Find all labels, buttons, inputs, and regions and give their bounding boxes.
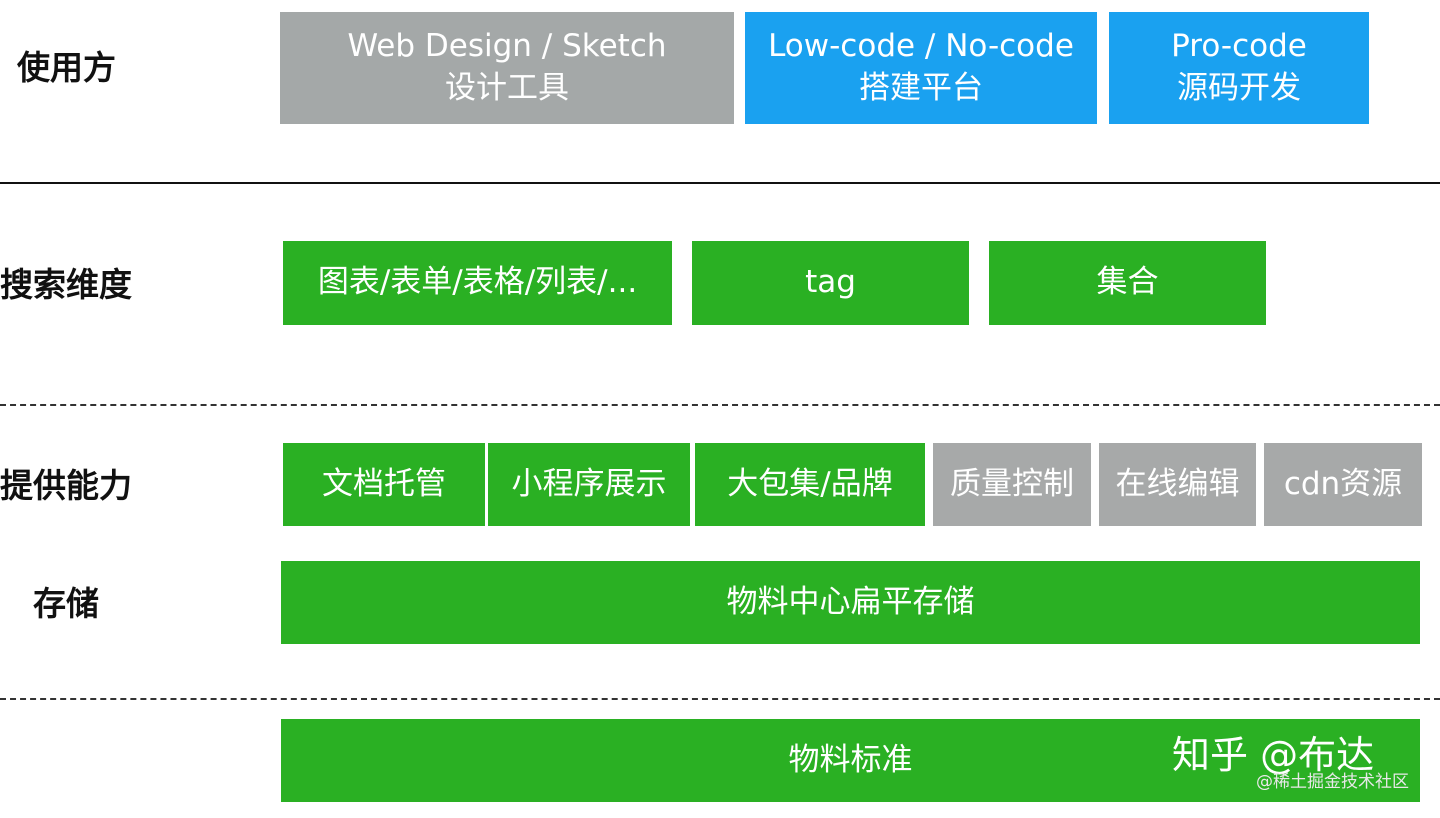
divider-dashed-1	[0, 404, 1440, 406]
row-label-storage: 存储	[33, 584, 99, 623]
box-procode-line2: 源码开发	[1177, 70, 1301, 106]
box-procode: Pro-code 源码开发	[1109, 12, 1369, 124]
box-quality-control: 质量控制	[933, 443, 1091, 526]
box-lowcode-platform-line2: 搭建平台	[859, 70, 983, 106]
architecture-diagram: 使用方 Web Design / Sketch 设计工具 Low-code / …	[0, 0, 1440, 818]
box-search-categories: 图表/表单/表格/列表/...	[283, 241, 672, 325]
box-search-tag: tag	[692, 241, 969, 325]
box-lowcode-platform-line1: Low-code / No-code	[768, 28, 1074, 65]
row-label-users: 使用方	[17, 48, 116, 87]
box-flat-storage: 物料中心扁平存储	[281, 561, 1420, 644]
box-miniprogram: 小程序展示	[488, 443, 690, 526]
box-procode-line1: Pro-code	[1171, 28, 1307, 65]
box-search-collection: 集合	[989, 241, 1266, 325]
watermark-zhihu: 知乎 @布达	[1172, 733, 1375, 777]
box-design-tools: Web Design / Sketch 设计工具	[280, 12, 734, 124]
box-online-edit: 在线编辑	[1099, 443, 1256, 526]
box-design-tools-line1: Web Design / Sketch	[347, 28, 667, 65]
divider-dashed-2	[0, 698, 1440, 700]
divider-solid	[0, 182, 1440, 184]
box-design-tools-line2: 设计工具	[445, 70, 569, 106]
box-bundle-brand: 大包集/品牌	[695, 443, 925, 526]
box-doc-hosting: 文档托管	[283, 443, 485, 526]
box-cdn-resources: cdn资源	[1264, 443, 1422, 526]
row-label-capability: 提供能力	[0, 466, 132, 505]
watermark-juejin: @稀土掘金技术社区	[1256, 772, 1409, 792]
box-lowcode-platform: Low-code / No-code 搭建平台	[745, 12, 1097, 124]
row-label-search: 搜索维度	[0, 265, 132, 304]
